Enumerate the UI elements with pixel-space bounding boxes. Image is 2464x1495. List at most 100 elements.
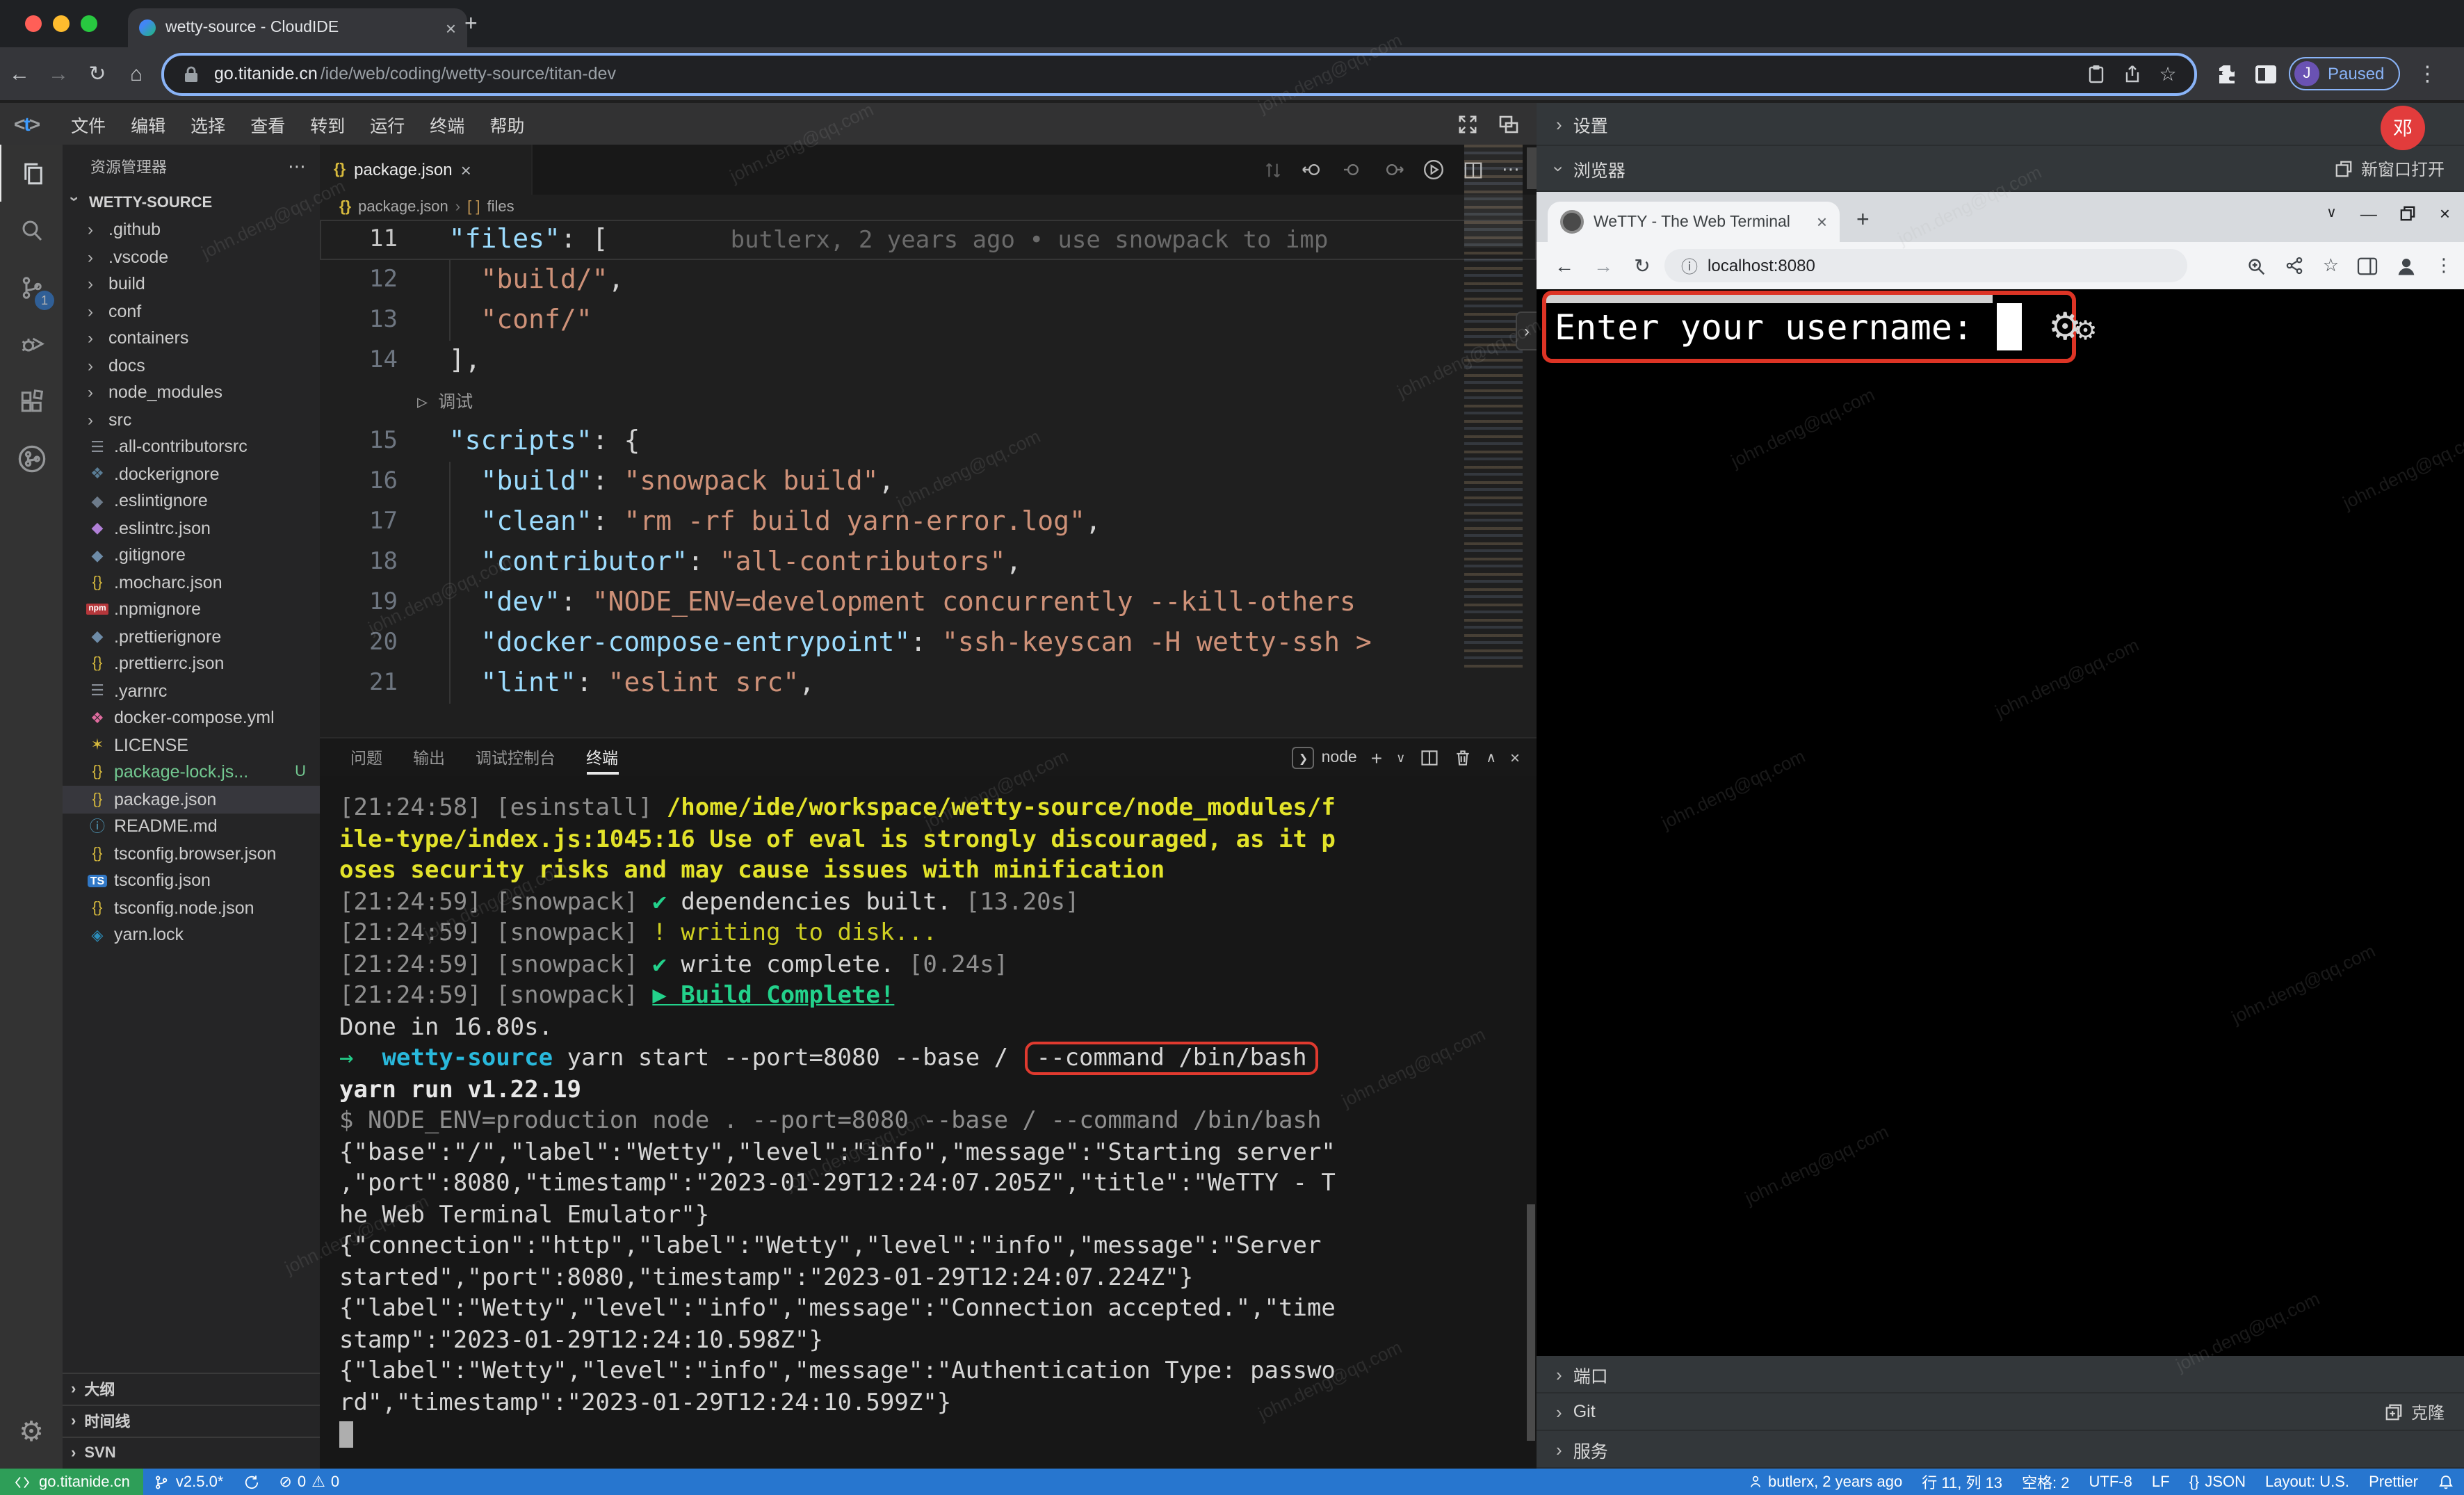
file-item-.gitignore[interactable]: ◆.gitignore — [63, 542, 320, 569]
menu-帮助[interactable]: 帮助 — [477, 111, 537, 137]
keyboard-layout[interactable]: Layout: U.S. — [2255, 1473, 2359, 1490]
remote-indicator[interactable]: go.titanide.cn — [0, 1469, 144, 1495]
sidebar-section-时间线[interactable]: ›时间线 — [63, 1405, 320, 1437]
file-item-tsconfig.json[interactable]: TStsconfig.json — [63, 867, 320, 894]
close-panel-icon[interactable]: × — [1510, 748, 1520, 768]
menu-编辑[interactable]: 编辑 — [118, 111, 178, 137]
browser-tab[interactable]: wetty-source - CloudIDE × — [128, 8, 467, 47]
settings-gear-icon[interactable]: ⚙ — [19, 1414, 44, 1449]
side-panel-icon[interactable] — [2253, 63, 2278, 84]
wetty-settings-gears-icon[interactable]: ⚙⚙ — [2048, 306, 2098, 349]
section-ports[interactable]: ›端口 — [1537, 1356, 2464, 1393]
section-services[interactable]: ›服务 — [1537, 1431, 2464, 1469]
file-item-.all-contributorsrc[interactable]: ☰.all-contributorsrc — [63, 433, 320, 460]
embedded-tab-list-chevron-icon[interactable]: ∨ — [2326, 206, 2337, 221]
embedded-menu-kebab-icon[interactable]: ⋮ — [2435, 254, 2453, 277]
file-item-.yarnrc[interactable]: ☰.yarnrc — [63, 677, 320, 704]
nav-dot-icon[interactable] — [1342, 159, 1364, 181]
file-item-README.md[interactable]: ⓘREADME.md — [63, 813, 320, 840]
embedded-reload-icon[interactable]: ↻ — [1626, 254, 1659, 277]
notifications-bell-icon[interactable] — [2428, 1473, 2464, 1490]
embedded-close-icon[interactable]: × — [2440, 203, 2450, 224]
extensions-puzzle-icon[interactable] — [2214, 62, 2239, 86]
extensions-icon[interactable] — [0, 373, 63, 430]
code-editor[interactable]: 11 "files": [butlerx, 2 years ago • use … — [320, 220, 1537, 743]
reload-icon[interactable]: ↻ — [78, 61, 117, 86]
bookmark-star-icon[interactable]: ☆ — [2155, 62, 2180, 86]
user-badge[interactable]: 邓 — [2381, 106, 2425, 150]
new-terminal-icon[interactable]: + — [1371, 747, 1382, 769]
new-tab-button[interactable]: + — [464, 13, 478, 38]
folder-item-node_modules[interactable]: ›node_modules — [63, 379, 320, 406]
file-item-package.json[interactable]: {}package.json — [63, 786, 320, 813]
close-editor-tab-icon[interactable]: × — [461, 161, 471, 179]
file-item-LICENSE[interactable]: ✶LICENSE — [63, 732, 320, 759]
git-clone-button[interactable]: 克隆 — [2385, 1400, 2445, 1423]
eol[interactable]: LF — [2142, 1473, 2180, 1490]
cursor-position[interactable]: 行 11, 列 13 — [1912, 1471, 2012, 1493]
folder-item-conf[interactable]: ›conf — [63, 298, 320, 325]
menu-查看[interactable]: 查看 — [238, 111, 298, 137]
run-debug-icon[interactable] — [0, 316, 63, 373]
menu-终端[interactable]: 终端 — [417, 111, 477, 137]
folder-item-build[interactable]: ›build — [63, 270, 320, 298]
minimize-window-button[interactable] — [53, 15, 70, 32]
zoom-icon[interactable] — [2246, 255, 2267, 276]
embedded-browser-tab[interactable]: WeTTY - The Web Terminal × — [1548, 202, 1840, 242]
folder-item-.github[interactable]: ›.github — [63, 216, 320, 243]
codelens-debug[interactable]: ▷ 调试 — [320, 381, 1537, 421]
panel-tab-调试控制台[interactable]: 调试控制台 — [476, 738, 556, 777]
source-control-icon[interactable]: 1 — [0, 259, 63, 316]
explorer-more-icon[interactable]: ⋯ — [288, 156, 306, 178]
section-settings[interactable]: ›设置 — [1537, 103, 2464, 146]
open-new-window-button[interactable]: 新窗口打开 — [2335, 156, 2445, 180]
terminal-scrollbar[interactable] — [1527, 1204, 1535, 1441]
file-item-package-lock.js...[interactable]: {}package-lock.js...U — [63, 759, 320, 786]
problems-indicator[interactable]: ⊘0 ⚠0 — [269, 1473, 349, 1491]
file-item-.eslintignore[interactable]: ◆.eslintignore — [63, 487, 320, 515]
terminal[interactable]: [21:24:58] [esinstall] /home/ide/workspa… — [320, 776, 1537, 1485]
maximize-panel-icon[interactable]: ∧ — [1486, 750, 1496, 766]
panel-tab-问题[interactable]: 问题 — [350, 738, 382, 777]
project-root[interactable]: ›WETTY-SOURCE — [63, 189, 320, 216]
close-tab-icon[interactable]: × — [446, 19, 456, 37]
editor-tab-package-json[interactable]: {} package.json × — [320, 145, 533, 195]
file-item-docker-compose.yml[interactable]: ❖docker-compose.yml — [63, 704, 320, 732]
embedded-new-tab-icon[interactable]: + — [1856, 209, 1870, 234]
panel-tab-输出[interactable]: 输出 — [413, 738, 445, 777]
folder-item-containers[interactable]: ›containers — [63, 325, 320, 352]
breadcrumb-symbol[interactable]: files — [487, 199, 514, 216]
section-git[interactable]: ›Git 克隆 — [1537, 1393, 2464, 1431]
search-icon[interactable] — [0, 202, 63, 259]
browser-menu-kebab-icon[interactable]: ⋮ — [2408, 61, 2447, 86]
split-terminal-icon[interactable] — [1419, 748, 1438, 768]
back-icon[interactable]: ← — [0, 62, 39, 86]
run-file-icon[interactable] — [1423, 159, 1445, 181]
terminal-shell-select[interactable]: ❯ node — [1292, 747, 1357, 769]
menu-选择[interactable]: 选择 — [178, 111, 238, 137]
embedded-close-tab-icon[interactable]: × — [1817, 211, 1827, 232]
embedded-forward-icon[interactable]: → — [1587, 254, 1620, 277]
embedded-minimize-icon[interactable]: — — [2360, 204, 2377, 223]
close-window-button[interactable] — [25, 15, 42, 32]
minimap[interactable] — [1464, 145, 1523, 668]
file-item-tsconfig.node.json[interactable]: {}tsconfig.node.json — [63, 894, 320, 921]
branch-version[interactable]: v2.5.0* — [144, 1473, 234, 1490]
section-browser[interactable]: › 浏览器 新窗口打开 — [1537, 146, 2464, 192]
sync-button[interactable] — [233, 1473, 269, 1490]
profile-button[interactable]: J Paused — [2289, 57, 2399, 90]
embedded-side-panel-icon[interactable] — [2357, 257, 2378, 275]
breadcrumb-file[interactable]: package.json — [358, 199, 448, 216]
breadcrumb[interactable]: {} package.json › [ ] files — [320, 195, 1556, 220]
encoding[interactable]: UTF-8 — [2080, 1473, 2142, 1490]
home-icon[interactable]: ⌂ — [117, 62, 156, 86]
blame-info[interactable]: butlerx, 2 years ago — [1737, 1473, 1912, 1490]
embedded-bookmark-icon[interactable]: ☆ — [2323, 254, 2339, 277]
file-item-.eslintrc.json[interactable]: ◆.eslintrc.json — [63, 515, 320, 542]
embedded-profile-icon[interactable] — [2396, 255, 2417, 276]
address-bar[interactable]: go.titanide.cn/ide/web/coding/wetty-sour… — [161, 52, 2197, 95]
share-icon[interactable] — [2119, 64, 2144, 83]
file-item-.dockerignore[interactable]: ❖.dockerignore — [63, 460, 320, 487]
panel-expand-chevron-icon[interactable]: › — [1516, 312, 1538, 350]
folder-item-.vscode[interactable]: ›.vscode — [63, 243, 320, 270]
